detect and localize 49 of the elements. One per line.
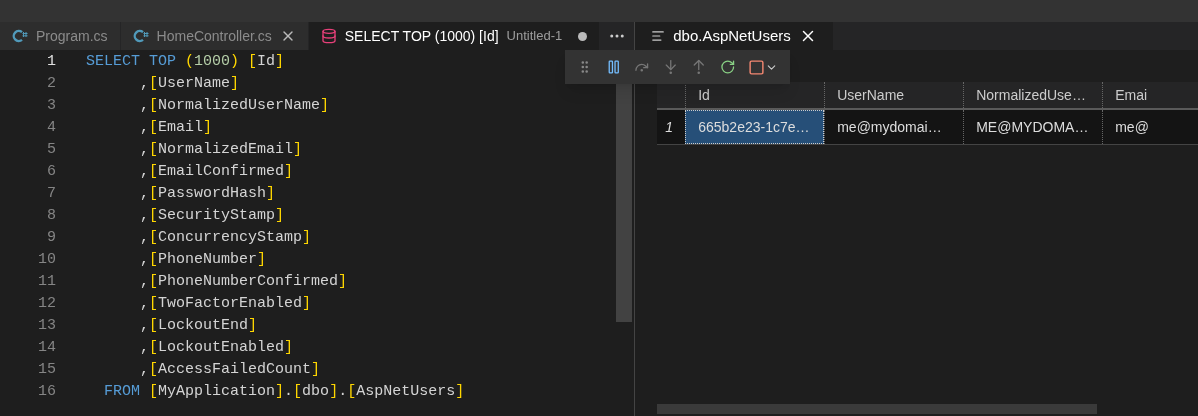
line-number: 9 [46, 227, 56, 248]
code-line: ,[TwoFactorEnabled] [139, 293, 312, 314]
tab-description: Untitled-1 [506, 27, 563, 46]
line-number: 11 [37, 271, 56, 292]
row-number: 1 [664, 117, 674, 137]
table-cell[interactable]: me@mydomai… [824, 110, 964, 144]
line-number: 2 [46, 73, 56, 94]
code-line: ,[PhoneNumber] [139, 249, 267, 270]
code-line: ,[Email] [139, 117, 213, 138]
code-line: ,[PhoneNumberConfirmed] [139, 271, 348, 292]
results-tab[interactable]: dbo.AspNetUsers [635, 22, 833, 50]
table-cell[interactable]: me@ [1102, 110, 1198, 144]
table-cell[interactable]: ME@MYDOMA… [963, 110, 1103, 144]
code-line: ,[ConcurrencyStamp] [139, 227, 312, 248]
line-number: 16 [37, 381, 56, 402]
code-line: ,[LockoutEnabled] [139, 337, 294, 358]
line-number: 7 [46, 183, 56, 204]
code-line: ,[PasswordHash] [139, 183, 276, 204]
line-number: 8 [46, 205, 56, 226]
code-line: ,[AccessFailedCount] [139, 359, 321, 380]
table-cell[interactable]: 665b2e23-1c7e… [685, 110, 825, 144]
line-number: 12 [37, 293, 56, 314]
editor-tab[interactable]: HomeController.cs [120, 22, 309, 50]
tab-label: dbo.AspNetUsers [673, 25, 791, 46]
column-header[interactable]: Emai [1102, 82, 1198, 108]
code-line: ,[NormalizedEmail] [139, 139, 303, 160]
code-line: ,[UserName] [139, 73, 240, 94]
line-number: 13 [37, 315, 56, 336]
code-line: SELECT TOP (1000) [Id] [86, 51, 285, 72]
code-line: ,[EmailConfirmed] [139, 161, 294, 182]
line-number: 6 [46, 161, 56, 182]
editor-tab[interactable]: SELECT TOP (1000) [Id] Untitled-1 [308, 22, 601, 50]
line-number: 1 [46, 51, 56, 72]
line-number: 15 [37, 359, 56, 380]
column-header[interactable]: UserName [824, 82, 964, 108]
tab-label: SELECT TOP (1000) [Id] [344, 26, 499, 46]
tab-label: HomeController.cs [156, 26, 272, 46]
code-line: ,[NormalizedUserName] [139, 95, 330, 116]
line-number: 4 [46, 117, 56, 138]
line-number: 10 [37, 249, 56, 270]
code-line: FROM [MyApplication].[dbo].[AspNetUsers] [103, 381, 465, 402]
column-header[interactable]: NormalizedUse… [963, 82, 1103, 108]
editor-tab[interactable]: Program.cs [0, 22, 121, 50]
tab-label: Program.cs [36, 26, 108, 46]
code-line: ,[SecurityStamp] [139, 205, 285, 226]
line-number: 14 [37, 337, 56, 358]
line-number: 3 [46, 95, 56, 116]
code-line: ,[LockoutEnd] [139, 315, 258, 336]
line-number: 5 [46, 139, 56, 160]
